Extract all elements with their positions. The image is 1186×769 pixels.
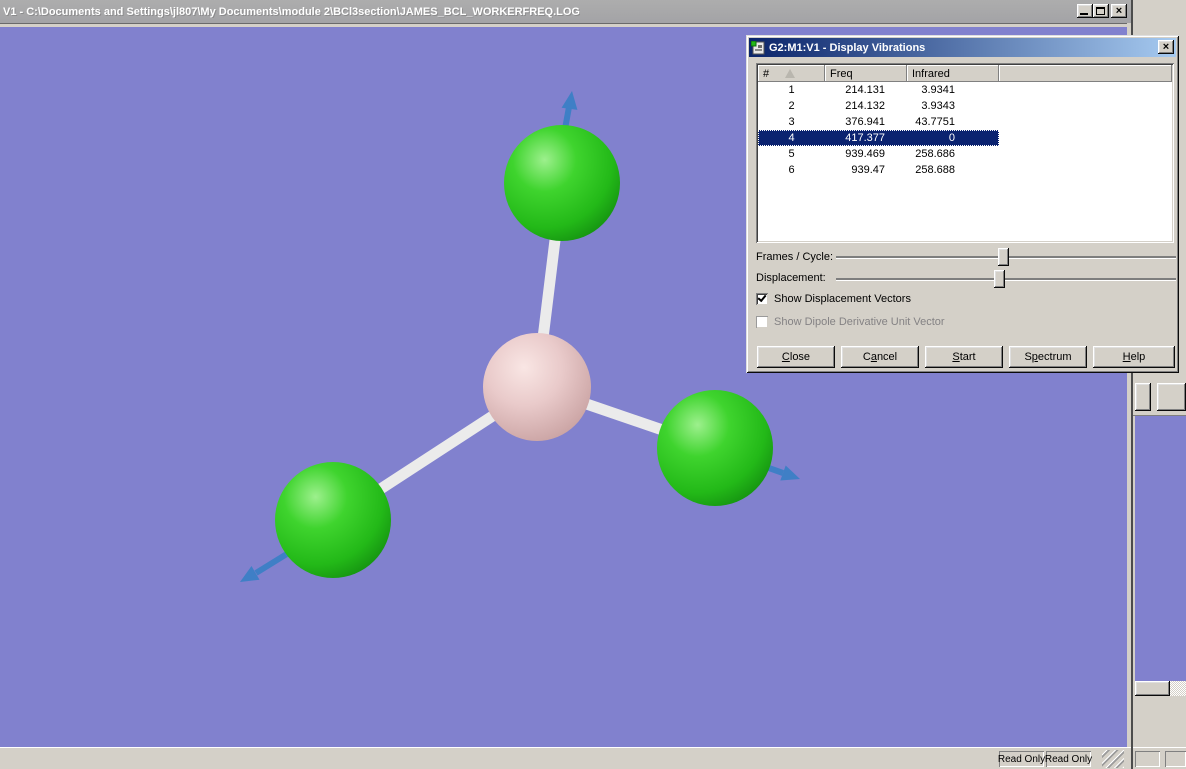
checkbox-label: Show Displacement Vectors (774, 293, 911, 305)
table-row[interactable]: 1 214.131 3.9341 (758, 82, 1172, 98)
minimize-button[interactable] (1077, 4, 1093, 18)
spectrum-button[interactable]: Spectrum (1009, 346, 1087, 368)
screen: V1 - C:\Documents and Settings\jl807\My … (0, 0, 1186, 769)
read-only-indicator: Read Only (1045, 751, 1092, 767)
column-header-blank[interactable] (999, 65, 1172, 82)
horizontal-scrollbar-track[interactable] (1170, 681, 1186, 696)
background-window-viewport[interactable] (1135, 416, 1186, 681)
background-window-statusbar (1133, 747, 1186, 769)
close-icon: × (1115, 5, 1123, 17)
window-statusbar: Read Only Read Only (0, 747, 1131, 769)
vector-arrowhead (240, 566, 260, 582)
show-dipole-derivative-row: Show Dipole Derivative Unit Vector (756, 316, 945, 328)
toolbar-button-fragment[interactable] (1135, 383, 1151, 411)
window-title: V1 - C:\Documents and Settings\jl807\My … (3, 5, 580, 18)
vibrations-table[interactable]: # Freq Infrared 1 214.131 3.9341 2 214.132 3… (756, 63, 1174, 243)
vector-arrowhead (561, 91, 578, 110)
vector-shaft (254, 549, 292, 576)
frames-cycle-slider[interactable] (836, 248, 1176, 266)
displacement-slider[interactable] (836, 270, 1176, 288)
maximize-button[interactable] (1093, 4, 1109, 18)
dialog-close-button[interactable]: × (1158, 40, 1174, 54)
maximize-icon (1096, 7, 1105, 15)
vector-arrowhead (780, 465, 800, 481)
displacement-slider-thumb[interactable] (994, 270, 1006, 288)
start-button[interactable]: Start (925, 346, 1003, 368)
horizontal-scrollbar-thumb[interactable] (1135, 681, 1170, 696)
table-row[interactable]: 2 214.132 3.9343 (758, 98, 1172, 114)
show-dipole-derivative-checkbox[interactable] (756, 316, 768, 328)
displacement-label: Displacement: (756, 272, 826, 284)
table-row[interactable]: 5 939.469 258.686 (758, 146, 1172, 162)
close-dialog-button[interactable]: Close (757, 346, 835, 368)
toolbar-button-fragment[interactable] (1157, 383, 1186, 411)
column-header-num[interactable]: # (758, 65, 825, 82)
atom-b-center[interactable] (483, 333, 591, 441)
table-row[interactable]: 6 939.47 258.688 (758, 162, 1172, 178)
cancel-button[interactable]: Cancel (841, 346, 919, 368)
show-displacement-vectors-row: Show Displacement Vectors (756, 293, 911, 305)
frames-cycle-slider-thumb[interactable] (997, 248, 1009, 266)
read-only-indicator: Read Only (998, 751, 1045, 767)
atom-cl-top[interactable] (504, 125, 620, 241)
dialog-titlebar[interactable]: G2:M1:V1 - Display Vibrations × (749, 38, 1176, 57)
dialog-title: G2:M1:V1 - Display Vibrations (769, 41, 926, 54)
column-header-infrared[interactable]: Infrared (907, 65, 999, 82)
statusbar-segment (1165, 751, 1186, 767)
gaussview-icon (751, 40, 765, 54)
column-header-freq[interactable]: Freq (825, 65, 907, 82)
table-row-selected[interactable]: 4 417.377 0 (758, 130, 1172, 146)
frames-cycle-label: Frames / Cycle: (756, 251, 834, 263)
table-body: 1 214.131 3.9341 2 214.132 3.9343 3 376.941 43… (758, 82, 1172, 178)
sort-ascending-icon (785, 69, 796, 78)
atom-cl-left[interactable] (275, 462, 391, 578)
background-window-toolbar (1133, 377, 1186, 416)
display-vibrations-dialog: G2:M1:V1 - Display Vibrations × # Freq I… (746, 35, 1179, 373)
table-row[interactable]: 3 376.941 43.7751 (758, 114, 1172, 130)
help-button[interactable]: Help (1093, 346, 1175, 368)
show-displacement-vectors-checkbox[interactable] (756, 293, 768, 305)
minimize-icon (1080, 13, 1088, 15)
checkbox-label: Show Dipole Derivative Unit Vector (774, 316, 945, 328)
close-icon: × (1162, 41, 1170, 53)
table-header: # Freq Infrared (758, 65, 1172, 82)
statusbar-segment (1135, 751, 1160, 767)
resize-grip-icon[interactable] (1102, 750, 1124, 768)
close-button[interactable]: × (1111, 4, 1127, 18)
window-titlebar[interactable]: V1 - C:\Documents and Settings\jl807\My … (0, 0, 1131, 23)
atom-cl-right[interactable] (657, 390, 773, 506)
